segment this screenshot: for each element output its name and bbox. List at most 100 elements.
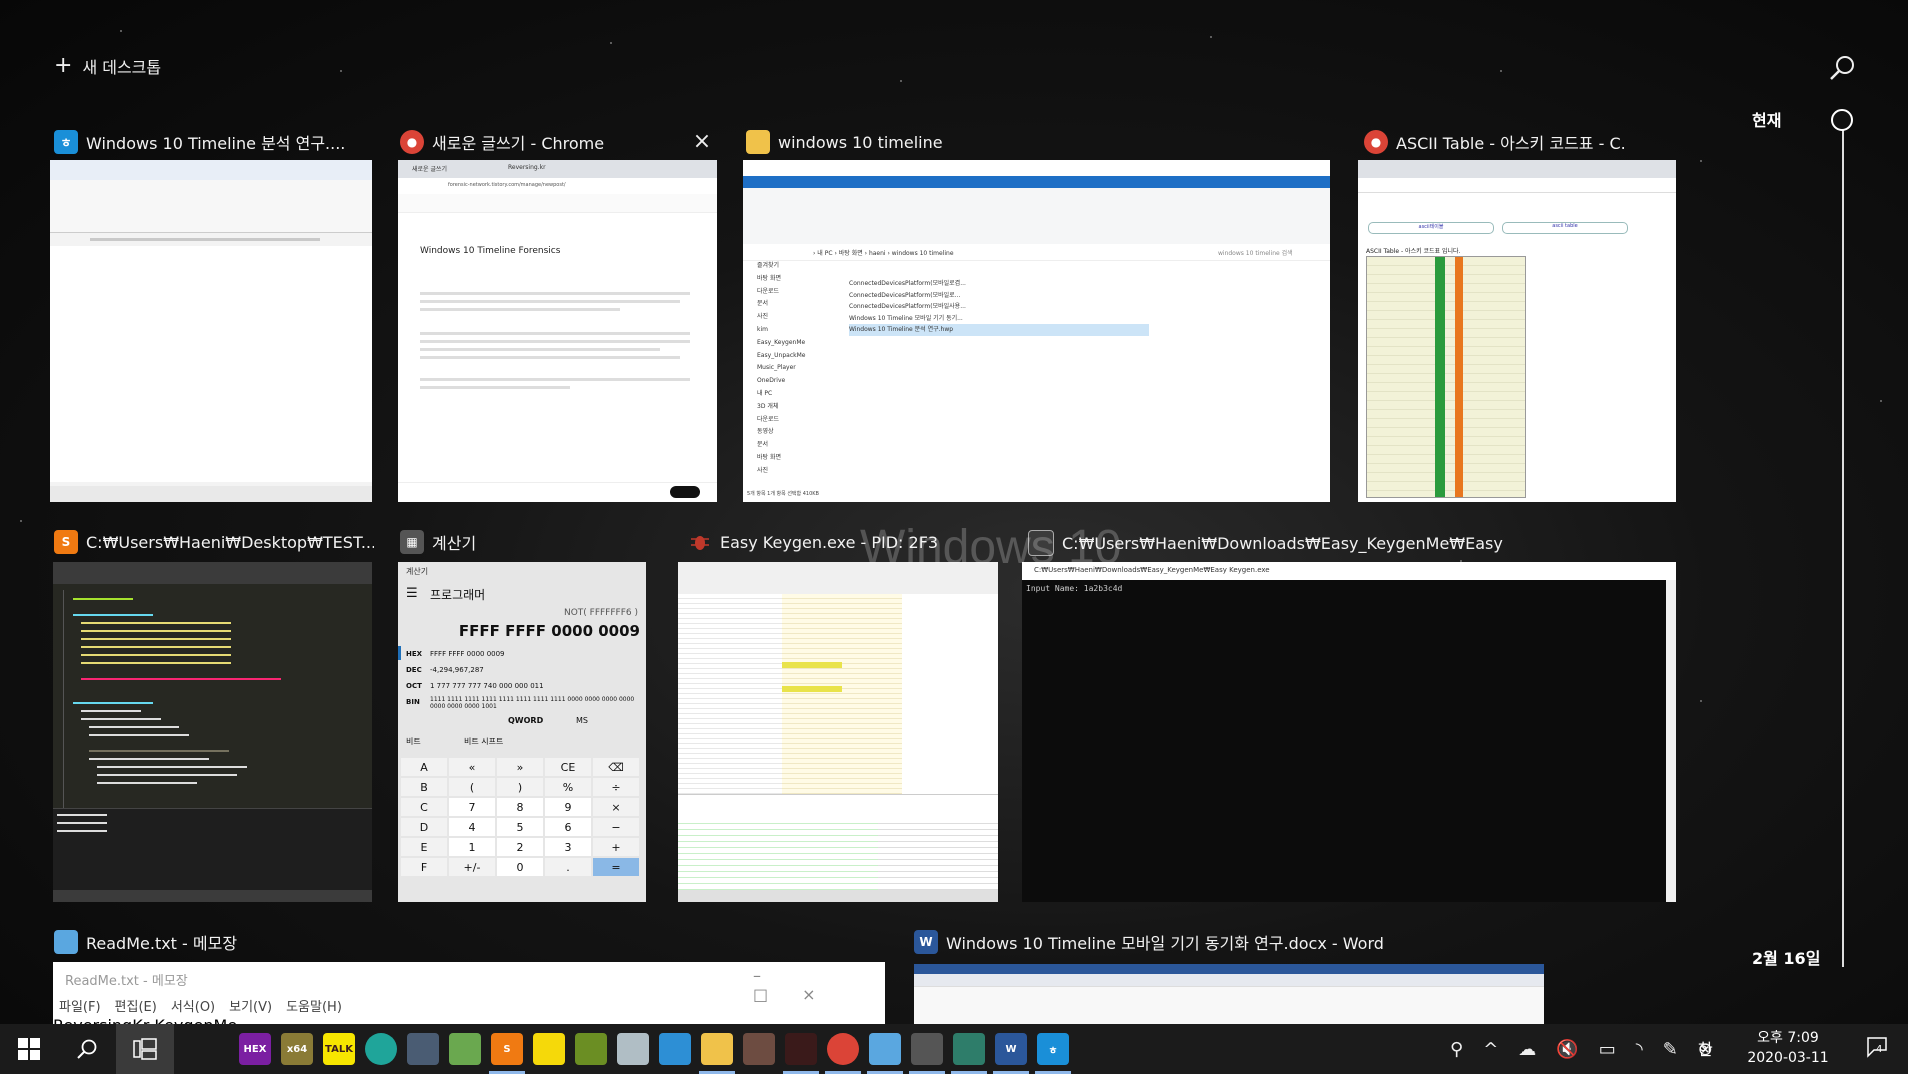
taskbar-app-flower[interactable] <box>570 1024 612 1074</box>
timeline-current-marker[interactable] <box>1831 109 1853 131</box>
window-title-ascii[interactable]: ● ASCII Table - 아스키 코드표 - C... <box>1364 130 1624 154</box>
calc-key[interactable]: 2 <box>497 838 543 856</box>
taskbar-explorer[interactable] <box>696 1024 738 1074</box>
window-thumbnail-debugger[interactable] <box>678 562 998 902</box>
calc-key[interactable]: 7 <box>449 798 495 816</box>
calc-key[interactable]: ÷ <box>593 778 639 796</box>
wifi-icon[interactable]: ◝ <box>1636 1039 1643 1060</box>
calc-key[interactable]: ) <box>497 778 543 796</box>
taskbar-sticky-notes[interactable] <box>528 1024 570 1074</box>
new-desktop-button[interactable]: + 새 데스크톱 <box>54 54 161 78</box>
calc-key[interactable]: 0 <box>497 858 543 876</box>
calc-key[interactable]: « <box>449 758 495 776</box>
window-title-word[interactable]: W Windows 10 Timeline 모바일 기기 동기화 연구.docx… <box>914 930 1394 954</box>
pen-icon[interactable]: ✎ <box>1663 1039 1678 1060</box>
calc-key[interactable]: CE <box>545 758 591 776</box>
window-thumbnail-console[interactable]: C:₩Users₩Haeni₩Downloads₩Easy_KeygenMe₩E… <box>1022 562 1676 902</box>
calc-key[interactable]: × <box>593 798 639 816</box>
close-window-button[interactable]: × <box>690 130 714 154</box>
taskbar-app-portrait[interactable] <box>738 1024 780 1074</box>
taskbar-hex-editor[interactable]: HEX <box>234 1024 276 1074</box>
calc-key[interactable]: A <box>401 758 447 776</box>
paint-icon <box>617 1033 649 1065</box>
taskbar-hwp[interactable]: ㅎ <box>1032 1024 1074 1074</box>
taskbar-clock[interactable]: 오후 7:09 2020-03-11 <box>1740 1028 1836 1068</box>
calc-key[interactable]: + <box>593 838 639 856</box>
calc-key[interactable]: 6 <box>545 818 591 836</box>
word-icon: W <box>995 1033 1027 1065</box>
window-title-notepad[interactable]: ReadMe.txt - 메모장 <box>54 930 354 954</box>
calc-key[interactable]: = <box>593 858 639 876</box>
taskbar-chrome[interactable] <box>822 1024 864 1074</box>
start-button[interactable] <box>0 1024 58 1074</box>
explorer-file-list[interactable]: ConnectedDevicesPlatform(모바일로겸... Connect… <box>849 278 1149 336</box>
taskbar-paint[interactable] <box>612 1024 654 1074</box>
window-thumbnail-explorer[interactable]: › 내 PC › 바탕 화면 › haeni › windows 10 time… <box>743 160 1330 502</box>
timeline-now-label: 현재 <box>1752 111 1782 130</box>
window-title-hwp[interactable]: ㅎ Windows 10 Timeline 분석 연구.... <box>54 130 370 154</box>
timeline-scrollbar[interactable] <box>1842 122 1844 967</box>
taskbar-x64dbg[interactable]: x64 <box>276 1024 318 1074</box>
window-thumbnail-word[interactable] <box>914 964 1544 1024</box>
window-thumbnail-chrome-post[interactable]: 새로운 글쓰기 Reversing.kr forensic-network.ti… <box>398 160 717 502</box>
chevron-up-icon[interactable]: ^ <box>1483 1039 1498 1060</box>
volume-mute-icon[interactable]: 🔇 <box>1556 1039 1578 1060</box>
calculator-icon <box>911 1033 943 1065</box>
window-title-chrome-post[interactable]: ● 새로운 글쓰기 - Chrome <box>400 130 690 154</box>
calc-key[interactable]: E <box>401 838 447 856</box>
battery-icon[interactable]: ▭ <box>1599 1039 1616 1060</box>
window-title-explorer[interactable]: windows 10 timeline <box>746 130 1066 154</box>
calc-key[interactable]: 3 <box>545 838 591 856</box>
taskbar-console[interactable] <box>948 1024 990 1074</box>
calc-key[interactable]: B <box>401 778 447 796</box>
cloud-icon[interactable]: ☁ <box>1518 1039 1536 1060</box>
taskbar-app-box[interactable] <box>654 1024 696 1074</box>
taskbar-app-bird[interactable] <box>360 1024 402 1074</box>
window-thumbnail-calculator[interactable]: 계산기 ☰ 프로그래머 NOT( FFFFFFF6 ) FFFF FFFF 00… <box>398 562 646 902</box>
kakaotalk-icon: TALK <box>323 1033 355 1065</box>
calc-key[interactable]: − <box>593 818 639 836</box>
calc-key[interactable]: +/- <box>449 858 495 876</box>
calc-key[interactable]: 1 <box>449 838 495 856</box>
taskbar-kakaotalk[interactable]: TALK <box>318 1024 360 1074</box>
search-icon[interactable] <box>1828 54 1856 82</box>
hwp-icon: ㅎ <box>1037 1033 1069 1065</box>
calc-key[interactable]: 8 <box>497 798 543 816</box>
calc-key[interactable]: C <box>401 798 447 816</box>
calc-key[interactable]: » <box>497 758 543 776</box>
taskbar-debugger[interactable] <box>780 1024 822 1074</box>
calc-key[interactable]: ( <box>449 778 495 796</box>
window-title-sublime[interactable]: S C:₩Users₩Haeni₩Desktop₩TEST... <box>54 530 374 554</box>
window-thumbnail-hwp[interactable] <box>50 160 372 502</box>
notepad-window-controls[interactable]: –□× <box>753 966 885 1004</box>
calc-display: FFFF FFFF 0000 0009 <box>458 622 640 640</box>
ime-indicator[interactable]: 한 <box>1698 1036 1713 1060</box>
taskbar-app-green[interactable] <box>444 1024 486 1074</box>
window-title-calculator[interactable]: ▦ 계산기 <box>400 530 640 554</box>
taskbar-calculator[interactable] <box>906 1024 948 1074</box>
notification-center-button[interactable]: 4 <box>1866 1036 1892 1058</box>
calc-key[interactable]: % <box>545 778 591 796</box>
task-view-button[interactable] <box>116 1024 174 1074</box>
window-thumbnail-notepad[interactable]: ReadMe.txt - 메모장 –□× 파일(F) 편집(E) 서식(O) 보… <box>53 962 885 1024</box>
people-icon[interactable]: ⚲ <box>1450 1039 1463 1060</box>
window-thumbnail-ascii[interactable]: ascii테이블 ascii table ASCII Table - 아스키 코… <box>1358 160 1676 502</box>
calc-key[interactable]: D <box>401 818 447 836</box>
calc-key[interactable]: ⌫ <box>593 758 639 776</box>
calc-key[interactable]: 9 <box>545 798 591 816</box>
folder-icon <box>746 130 770 154</box>
window-thumbnail-sublime[interactable] <box>53 562 372 902</box>
taskbar-app-disk[interactable] <box>402 1024 444 1074</box>
calc-key[interactable]: 5 <box>497 818 543 836</box>
taskbar-notepad[interactable] <box>864 1024 906 1074</box>
hwp-icon: ㅎ <box>54 130 78 154</box>
taskbar-word[interactable]: W <box>990 1024 1032 1074</box>
timeline-date-label[interactable]: 2월 16일 <box>1752 945 1820 969</box>
sticky-note-icon <box>533 1033 565 1065</box>
calc-hamburger-icon[interactable]: ☰ <box>406 586 418 601</box>
calc-key[interactable]: 4 <box>449 818 495 836</box>
taskbar-sublime[interactable]: S <box>486 1024 528 1074</box>
calc-key[interactable]: F <box>401 858 447 876</box>
calc-key[interactable]: . <box>545 858 591 876</box>
taskbar-search-button[interactable] <box>58 1024 116 1074</box>
